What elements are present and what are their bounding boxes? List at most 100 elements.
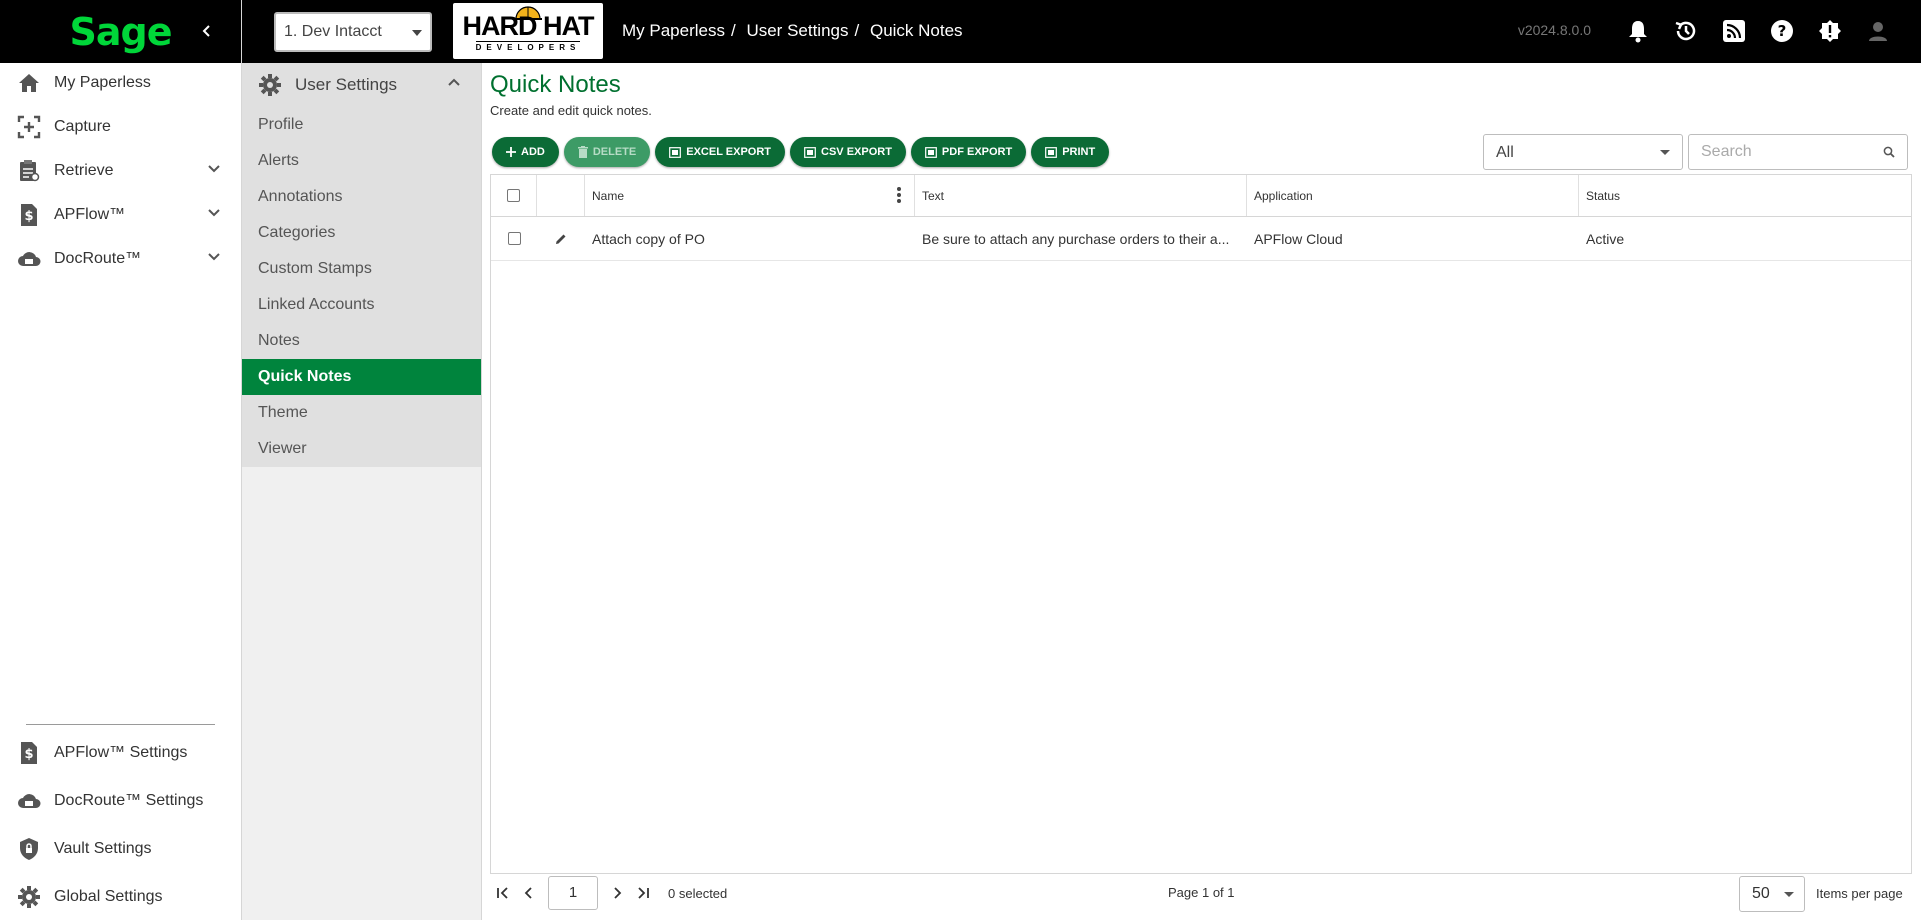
sidebar-header: Sage [0,0,241,63]
settings-item-alerts[interactable]: Alerts [242,143,481,179]
search-input[interactable] [1701,135,1871,169]
plus-icon [506,147,516,157]
settings-item-quick-notes[interactable]: Quick Notes [242,359,481,395]
rss-button[interactable] [1719,16,1749,46]
settings-panel: User Settings Profile Alerts Annotations… [242,63,481,467]
column-header-name[interactable]: Name [585,175,915,216]
print-button-label: PRINT [1062,146,1096,158]
selected-count: 0 selected [668,885,728,901]
sidebar-item-docroute-settings[interactable]: DocRoute™ Settings [0,777,241,825]
toolbar: ADD DELETE EXCEL EXPORT CSV EXPORT PDF E… [492,137,1110,167]
cell-text: Be sure to attach any purchase orders to… [915,217,1247,260]
sidebar-item-label: DocRoute™ Settings [54,792,204,809]
alerts-button[interactable] [1815,16,1845,46]
status-filter-select[interactable]: All [1483,134,1683,170]
sidebar-item-apflow-settings[interactable]: $ APFlow™ Settings [0,729,241,777]
delete-button[interactable]: DELETE [563,137,651,167]
delete-button-label: DELETE [592,146,637,158]
chevron-down-icon [208,253,220,261]
first-page-button[interactable] [490,878,516,908]
logo-text-bottom: DEVELOPERS [475,40,581,52]
sidebar-item-apflow[interactable]: $ APFlow™ [0,193,241,237]
apflow-settings-icon: $ [16,740,42,766]
sidebar-item-label: Global Settings [54,888,163,905]
sidebar-item-docroute[interactable]: DocRoute™ [0,237,241,281]
capture-icon [16,114,42,140]
settings-item-linked-accounts[interactable]: Linked Accounts [242,287,481,323]
settings-group-header[interactable]: User Settings [242,63,481,107]
top-bar: 1. Dev Intacct HARD HAT DEVELOPERS My Pa… [242,0,1921,63]
sidebar-item-vault-settings[interactable]: Vault Settings [0,825,241,873]
print-button[interactable]: PRINT [1031,137,1110,167]
row-checkbox[interactable] [507,232,521,245]
docroute-settings-icon [16,788,42,814]
settings-item-annotations[interactable]: Annotations [242,179,481,215]
search-icon [1883,146,1895,158]
sidebar-item-capture[interactable]: Capture [0,105,241,149]
pdf-export-button[interactable]: PDF EXPORT [910,137,1027,167]
settings-item-profile[interactable]: Profile [242,107,481,143]
status-filter-value: All [1496,144,1514,161]
page-size-value: 50 [1752,885,1770,902]
sidebar-item-global-settings[interactable]: Global Settings [0,873,241,920]
excel-export-button[interactable]: EXCEL EXPORT [655,137,786,167]
grid-header: Name Text Application Status [491,175,1911,217]
sidebar-item-retrieve[interactable]: Retrieve [0,149,241,193]
help-icon: ? [1771,20,1793,42]
settings-item-theme[interactable]: Theme [242,395,481,431]
user-button[interactable] [1863,16,1893,46]
column-header-status[interactable]: Status [1579,175,1911,216]
csv-export-button[interactable]: CSV EXPORT [790,137,906,167]
last-page-icon [638,887,649,899]
settings-item-viewer[interactable]: Viewer [242,431,481,467]
settings-item-categories[interactable]: Categories [242,215,481,251]
history-button[interactable] [1671,16,1701,46]
chevron-right-icon [614,887,622,899]
caret-down-icon [412,30,422,36]
last-page-button[interactable] [630,878,656,908]
sidebar-item-label: APFlow™ Settings [54,744,188,761]
sidebar-item-label: My Paperless [54,74,151,91]
gear-icon [257,72,283,98]
select-all-checkbox[interactable] [507,189,520,202]
pencil-icon[interactable] [555,233,567,245]
sidebar-item-my-paperless[interactable]: My Paperless [0,61,241,105]
trash-icon [577,146,588,158]
header-select-cell [491,175,537,216]
company-select[interactable]: 1. Dev Intacct [274,12,432,52]
logo-text-top: HARD HAT [462,10,595,41]
settings-item-custom-stamps[interactable]: Custom Stamps [242,251,481,287]
column-header-text[interactable]: Text [915,175,1247,216]
caret-down-icon [1784,892,1794,897]
page-size-select[interactable]: 50 [1739,876,1805,912]
notifications-button[interactable] [1623,16,1653,46]
pager: 1 0 selected Page 1 of 1 50 Items per pa… [490,871,1912,915]
settings-item-notes[interactable]: Notes [242,323,481,359]
column-header-application[interactable]: Application [1247,175,1579,216]
sidebar-divider [26,724,215,725]
row-edit-cell [537,217,585,260]
user-icon [1869,22,1887,41]
prev-page-button[interactable] [516,878,542,908]
home-icon [16,70,42,96]
add-button[interactable]: ADD [492,137,559,167]
sidebar-bottom-nav: $ APFlow™ Settings DocRoute™ Settings Va… [0,724,241,920]
page-number-input[interactable]: 1 [548,876,598,910]
chevron-left-icon [524,887,532,899]
vault-icon [16,836,42,862]
page-subtitle: Create and edit quick notes. [490,103,652,118]
chevron-down-icon [208,165,220,173]
breadcrumb-item-my-paperless[interactable]: My Paperless [622,21,725,40]
breadcrumb-item-user-settings[interactable]: User Settings [746,21,848,40]
help-button[interactable]: ? [1767,16,1797,46]
first-page-icon [497,887,508,899]
excel-export-label: EXCEL EXPORT [686,146,772,158]
next-page-button[interactable] [604,878,630,908]
sidebar-item-label: Vault Settings [54,840,152,857]
page-title: Quick Notes [490,71,621,98]
add-button-label: ADD [521,146,545,158]
search-box [1688,134,1908,170]
page-info: Page 1 of 1 [1168,885,1235,900]
table-row[interactable]: Attach copy of PO Be sure to attach any … [491,217,1911,261]
collapse-sidebar-button[interactable] [195,19,219,43]
